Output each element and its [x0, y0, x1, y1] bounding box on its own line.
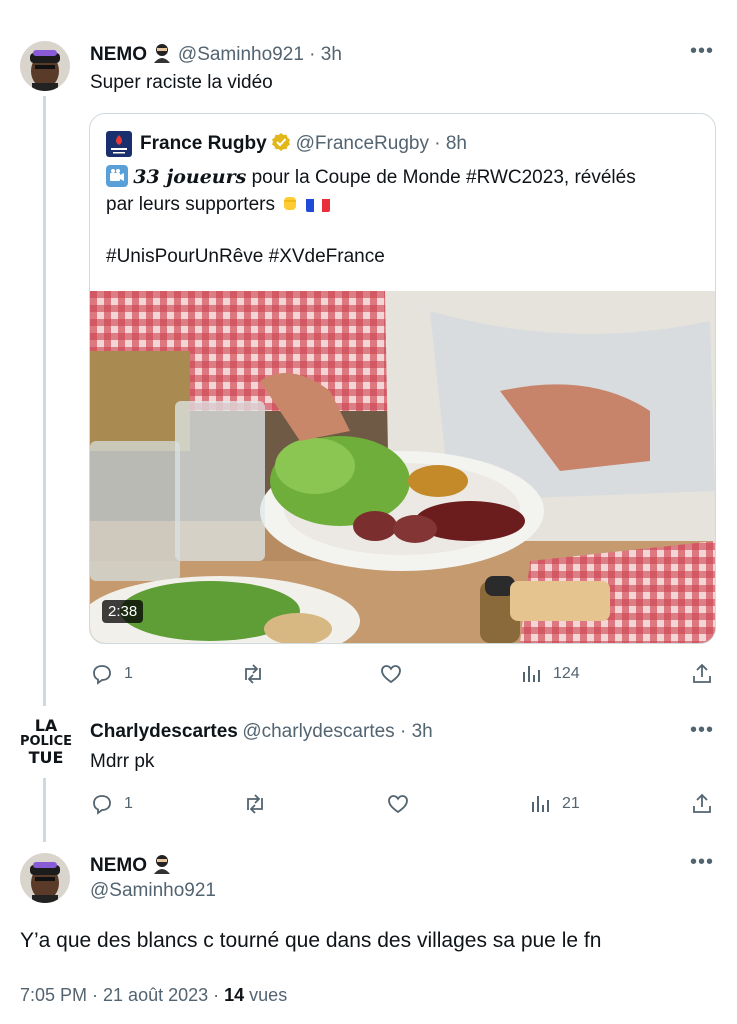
video-duration-badge: 2:38 — [102, 600, 144, 623]
quote-header: France Rugby @FranceRugby · 8h — [140, 132, 467, 155]
share-icon — [693, 663, 711, 683]
retweet-button[interactable] — [240, 662, 266, 691]
tweet2-text: Mdrr pk — [90, 751, 155, 772]
quote-line2: par leurs supporters — [106, 194, 275, 215]
avatar-text-line1: LA — [34, 716, 58, 735]
separator-dot: · — [394, 721, 412, 742]
quote-bold-text: 33 joueurs — [133, 166, 247, 188]
share-button[interactable] — [690, 792, 714, 821]
tweet3-handle[interactable]: @Saminho921 — [90, 880, 216, 902]
retweet-icon — [247, 794, 263, 814]
retweet-icon — [245, 664, 261, 684]
separator-dot: · — [428, 133, 446, 154]
ninja-emoji-icon — [151, 853, 173, 875]
more-options-icon[interactable]: ••• — [690, 40, 714, 63]
quoted-tweet-card[interactable]: France Rugby @FranceRugby · 8h 33 joueur… — [89, 113, 716, 644]
fist-emoji-icon — [280, 193, 300, 213]
tweet2-handle[interactable]: @charlydescartes — [242, 721, 394, 742]
reply-count: 1 — [124, 795, 133, 812]
heart-icon — [388, 795, 408, 814]
avatar-text-line3: TUE — [28, 748, 64, 767]
reply-icon — [93, 665, 111, 685]
tweet2-time[interactable]: 3h — [412, 721, 433, 742]
quote-handle[interactable]: @FranceRugby — [296, 133, 429, 154]
reply-count: 1 — [124, 665, 133, 682]
retweet-button[interactable] — [242, 792, 268, 821]
quote-text: 33 joueurs pour la Coupe de Monde #RWC20… — [106, 164, 706, 218]
like-button[interactable] — [379, 662, 403, 691]
france-rugby-avatar[interactable] — [106, 131, 132, 157]
camera-emoji-icon — [106, 165, 128, 187]
tweet1-name[interactable]: NEMO — [90, 44, 147, 65]
tweet1-time[interactable]: 3h — [321, 44, 342, 65]
tweet3-meta: 7:05 PM · 21 août 2023 · 14 vues — [20, 985, 287, 1006]
reply-button[interactable]: 1 — [90, 792, 133, 816]
avatar-charlydescartes[interactable]: LA POLICE TUE — [18, 718, 74, 774]
tweet3-text: Y’a que des blancs c tourné que dans des… — [20, 929, 602, 952]
reply-icon — [93, 795, 111, 815]
heart-icon — [381, 665, 401, 684]
more-options-icon[interactable]: ••• — [690, 851, 714, 874]
tweet3-timestamp[interactable]: 7:05 PM · 21 août 2023 · — [20, 985, 224, 1005]
quote-hashtags[interactable]: #UnisPourUnRêve #XVdeFrance — [106, 246, 385, 268]
ninja-emoji-icon — [151, 42, 173, 64]
avatar-nemo[interactable] — [20, 41, 70, 91]
quote-name[interactable]: France Rugby — [140, 133, 267, 154]
reply-button[interactable]: 1 — [90, 662, 133, 686]
views-count: 124 — [553, 665, 580, 682]
video-thumbnail[interactable]: 2:38 — [90, 291, 715, 643]
quote-text-rest: pour la Coupe de Monde #RWC2023, révélés — [246, 167, 636, 188]
tweet1-header: NEMO @Saminho921 · 3h — [90, 42, 342, 66]
tweet1-text: Super raciste la vidéo — [90, 72, 273, 93]
views-count: 21 — [562, 795, 580, 812]
separator-dot: · — [303, 44, 321, 65]
avatar-nemo[interactable] — [20, 853, 70, 903]
views-icon — [523, 666, 540, 682]
views-button[interactable]: 124 — [521, 662, 580, 686]
like-button[interactable] — [386, 792, 410, 821]
tweet3-views-count: 14 — [224, 985, 245, 1005]
tweet1-handle[interactable]: @Saminho921 — [178, 44, 304, 65]
more-options-icon[interactable]: ••• — [690, 719, 714, 742]
quote-time[interactable]: 8h — [446, 133, 467, 154]
thread-line — [43, 96, 46, 706]
thread-line — [43, 778, 46, 842]
verified-badge-icon — [271, 132, 291, 152]
france-flag-icon — [305, 196, 330, 212]
tweet3-name[interactable]: NEMO — [90, 855, 147, 876]
views-button[interactable]: 21 — [530, 792, 580, 816]
tweet2-name[interactable]: Charlydescartes — [90, 721, 238, 742]
tweet3-header: NEMO — [90, 853, 173, 877]
share-button[interactable] — [690, 662, 714, 691]
tweet3-views-label: vues — [244, 985, 288, 1005]
views-icon — [532, 796, 549, 812]
share-icon — [693, 793, 711, 813]
tweet2-header: Charlydescartes @charlydescartes · 3h — [90, 721, 433, 743]
